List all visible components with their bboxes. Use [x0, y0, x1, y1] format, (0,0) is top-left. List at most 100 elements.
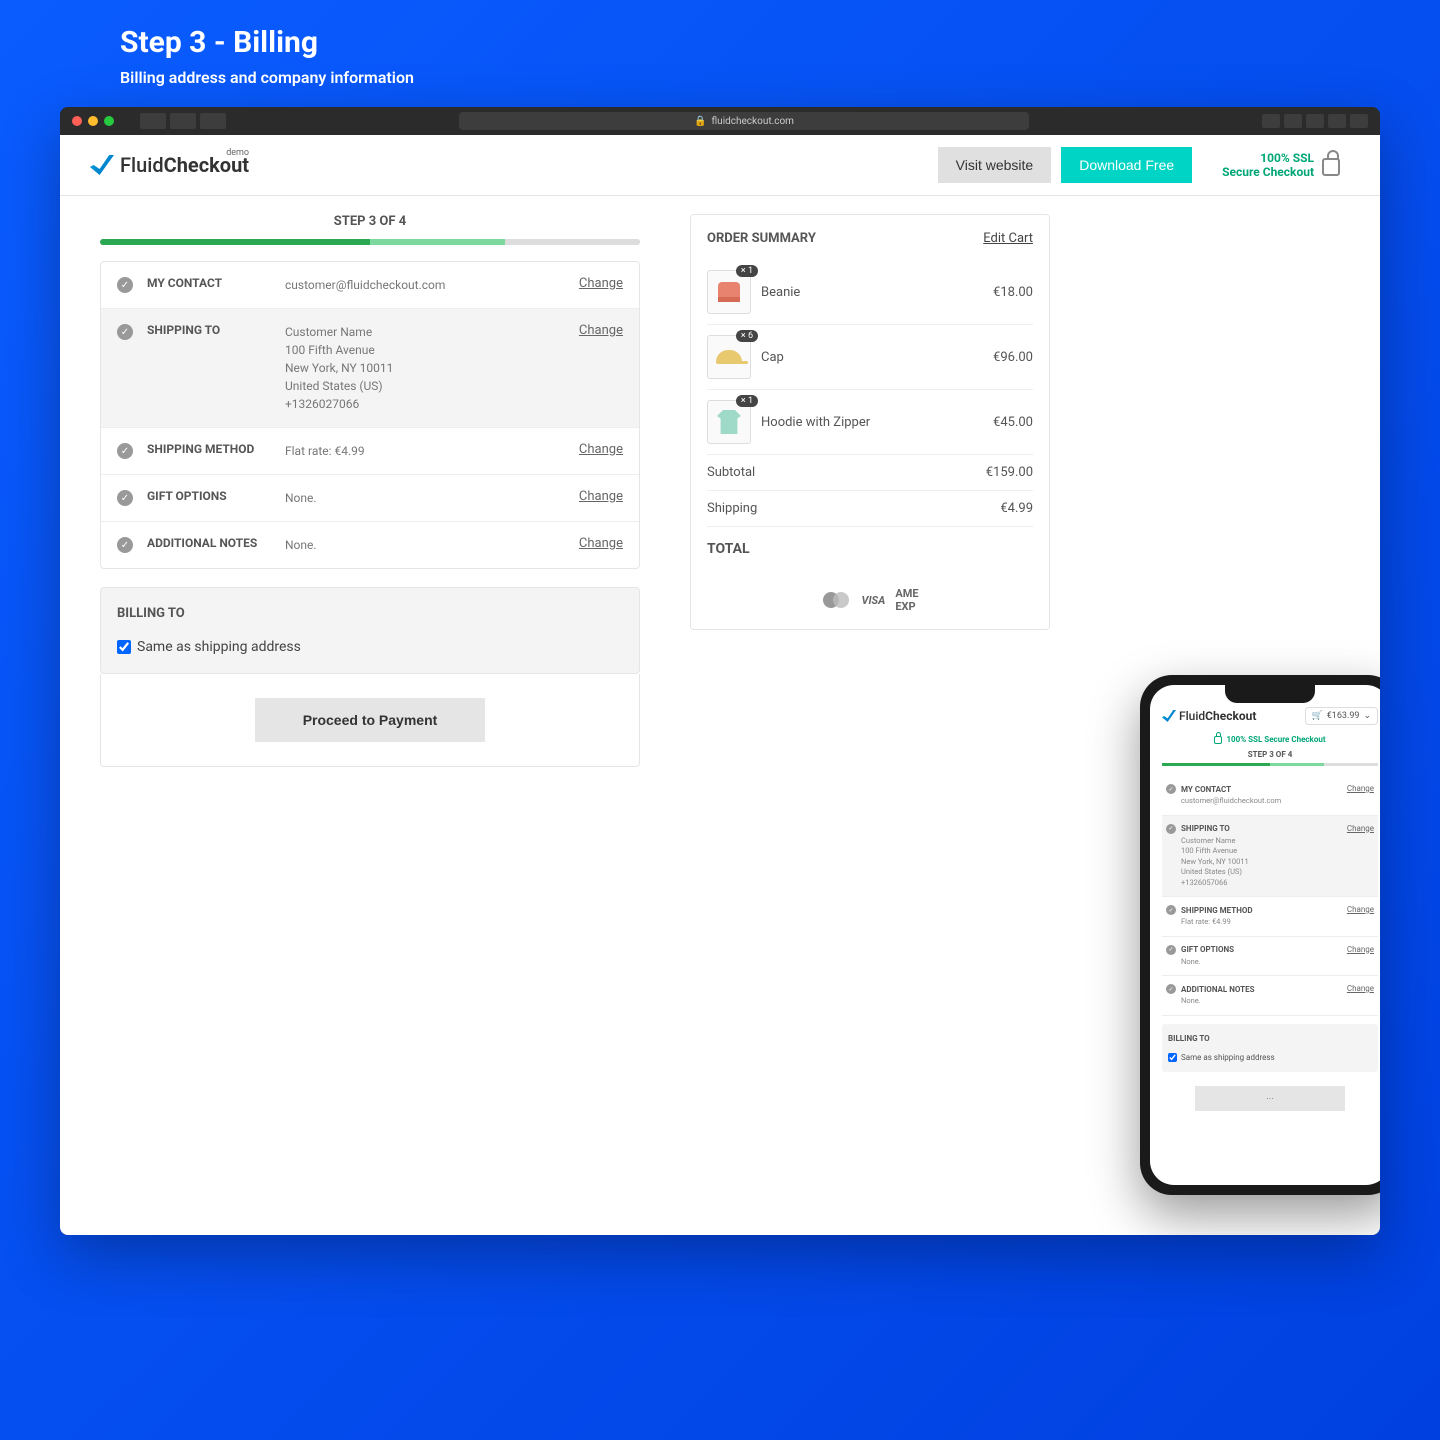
visa-icon: VISA	[861, 594, 885, 607]
phone-change-link[interactable]: Change	[1347, 784, 1374, 793]
secure-line2: Secure Checkout	[1222, 165, 1314, 179]
phone-change-link[interactable]: Change	[1347, 905, 1374, 914]
phone-billing-panel: BILLING TO Same as shipping address	[1162, 1024, 1378, 1072]
secure-checkout-badge: 100% SSL Secure Checkout	[1222, 151, 1340, 180]
phone-step-shipping: ✓SHIPPING TO Change Customer Name100 Fif…	[1162, 816, 1378, 898]
completed-steps-panel: ✓ MY CONTACT customer@fluidcheckout.com …	[100, 261, 640, 569]
step-indicator: STEP 3 OF 4	[100, 214, 640, 229]
change-shipping-link[interactable]: Change	[553, 323, 623, 338]
shipping-value: €4.99	[1000, 501, 1033, 516]
step-additional-notes: ✓ ADDITIONAL NOTES None. Change	[101, 522, 639, 568]
browser-chrome: 🔒 fluidcheckout.com	[60, 107, 1380, 135]
step-value: customer@fluidcheckout.com	[285, 276, 545, 294]
check-icon: ✓	[1166, 824, 1176, 834]
step-value: None.	[285, 489, 545, 507]
same-as-shipping-checkbox[interactable]: Same as shipping address	[117, 639, 623, 655]
phone-change-link[interactable]: Change	[1347, 824, 1374, 833]
same-as-shipping-input[interactable]	[117, 640, 131, 654]
step-label: ADDITIONAL NOTES	[147, 536, 277, 550]
step-label: SHIPPING TO	[147, 323, 277, 337]
cart-item: × 1 Hoodie with Zipper €45.00	[707, 390, 1033, 455]
phone-secure-badge: 100% SSL Secure Checkout	[1162, 735, 1378, 744]
hoodie-icon	[717, 410, 741, 434]
change-method-link[interactable]: Change	[553, 442, 623, 457]
cart-item-price: €96.00	[993, 350, 1033, 365]
step-value: Flat rate: €4.99	[285, 442, 545, 460]
check-icon: ✓	[117, 443, 133, 459]
mastercard-icon	[821, 590, 851, 610]
cart-qty-badge: × 1	[736, 265, 758, 277]
window-minimize-icon[interactable]	[88, 116, 98, 126]
progress-bar	[100, 239, 640, 245]
step-label: GIFT OPTIONS	[147, 489, 277, 503]
lock-icon: 🔒	[694, 116, 706, 127]
phone-cart-pill[interactable]: 🛒 €163.99 ⌄	[1305, 707, 1379, 725]
cart-item-name: Beanie	[761, 285, 983, 300]
step-shipping-method: ✓ SHIPPING METHOD Flat rate: €4.99 Chang…	[101, 428, 639, 475]
phone-step-contact: ✓MY CONTACT Change customer@fluidcheckou…	[1162, 776, 1378, 816]
logo[interactable]: FluidCheckout demo	[90, 153, 249, 177]
edit-cart-link[interactable]: Edit Cart	[983, 231, 1033, 246]
lock-icon	[1322, 158, 1340, 176]
check-icon: ✓	[1166, 905, 1176, 915]
change-contact-link[interactable]: Change	[553, 276, 623, 291]
cap-icon	[716, 350, 742, 364]
cart-item: × 1 Beanie €18.00	[707, 260, 1033, 325]
check-icon: ✓	[1166, 784, 1176, 794]
phone-proceed-button[interactable]: ···	[1195, 1086, 1345, 1111]
url-bar[interactable]: 🔒 fluidcheckout.com	[459, 112, 1029, 130]
check-icon: ✓	[117, 324, 133, 340]
lock-icon	[1214, 736, 1222, 744]
browser-action[interactable]	[1350, 114, 1368, 128]
shipping-label: Shipping	[707, 501, 757, 516]
browser-window: 🔒 fluidcheckout.com FluidCheckout demo V…	[60, 107, 1380, 1235]
change-gift-link[interactable]: Change	[553, 489, 623, 504]
check-icon: ✓	[1166, 945, 1176, 955]
logo-icon	[1162, 710, 1176, 722]
cart-item-price: €18.00	[993, 285, 1033, 300]
cart-qty-badge: × 6	[736, 330, 758, 342]
page-subtitle: Billing address and company information	[120, 68, 1380, 87]
billing-title: BILLING TO	[117, 606, 623, 621]
phone-same-as-shipping[interactable]: Same as shipping address	[1168, 1053, 1372, 1062]
step-value: Customer Name100 Fifth AvenueNew York, N…	[285, 323, 545, 413]
phone-step-method: ✓SHIPPING METHOD Change Flat rate: €4.99	[1162, 897, 1378, 937]
phone-mockup: FluidCheckout 🛒 €163.99 ⌄ 100% SSL Secur…	[1140, 675, 1380, 1195]
window-maximize-icon[interactable]	[104, 116, 114, 126]
step-my-contact: ✓ MY CONTACT customer@fluidcheckout.com …	[101, 262, 639, 309]
step-label: SHIPPING METHOD	[147, 442, 277, 456]
phone-cart-total: €163.99	[1327, 711, 1360, 721]
cart-qty-badge: × 1	[736, 395, 758, 407]
secure-line1: 100% SSL	[1222, 151, 1314, 165]
step-value: None.	[285, 536, 545, 554]
order-summary-panel: ORDER SUMMARY Edit Cart × 1 Beanie €18.0…	[690, 214, 1050, 630]
check-icon: ✓	[117, 490, 133, 506]
payment-methods: VISA AMEEXP	[707, 587, 1033, 613]
proceed-to-payment-button[interactable]: Proceed to Payment	[255, 698, 485, 742]
billing-panel: BILLING TO Same as shipping address	[100, 587, 640, 674]
order-summary-title: ORDER SUMMARY	[707, 231, 816, 246]
phone-step-indicator: STEP 3 OF 4	[1162, 750, 1378, 759]
cart-item-name: Cap	[761, 350, 983, 365]
visit-website-button[interactable]: Visit website	[938, 147, 1052, 183]
logo-demo-tag: demo	[226, 148, 249, 158]
browser-tab[interactable]	[170, 113, 196, 129]
window-close-icon[interactable]	[72, 116, 82, 126]
phone-step-notes: ✓ADDITIONAL NOTES Change None.	[1162, 976, 1378, 1016]
url-text: fluidcheckout.com	[712, 116, 794, 127]
cart-icon: 🛒	[1312, 711, 1323, 721]
change-notes-link[interactable]: Change	[553, 536, 623, 551]
browser-action[interactable]	[1328, 114, 1346, 128]
cart-item-name: Hoodie with Zipper	[761, 415, 983, 430]
amex-icon: AMEEXP	[895, 587, 918, 613]
download-free-button[interactable]: Download Free	[1061, 147, 1192, 183]
phone-change-link[interactable]: Change	[1347, 945, 1374, 954]
logo-text-prefix: Fluid	[120, 153, 164, 177]
browser-action[interactable]	[1306, 114, 1324, 128]
browser-action[interactable]	[1262, 114, 1280, 128]
browser-action[interactable]	[1284, 114, 1302, 128]
phone-change-link[interactable]: Change	[1347, 984, 1374, 993]
browser-tab[interactable]	[200, 113, 226, 129]
browser-tab[interactable]	[140, 113, 166, 129]
phone-logo: FluidCheckout	[1162, 709, 1256, 723]
